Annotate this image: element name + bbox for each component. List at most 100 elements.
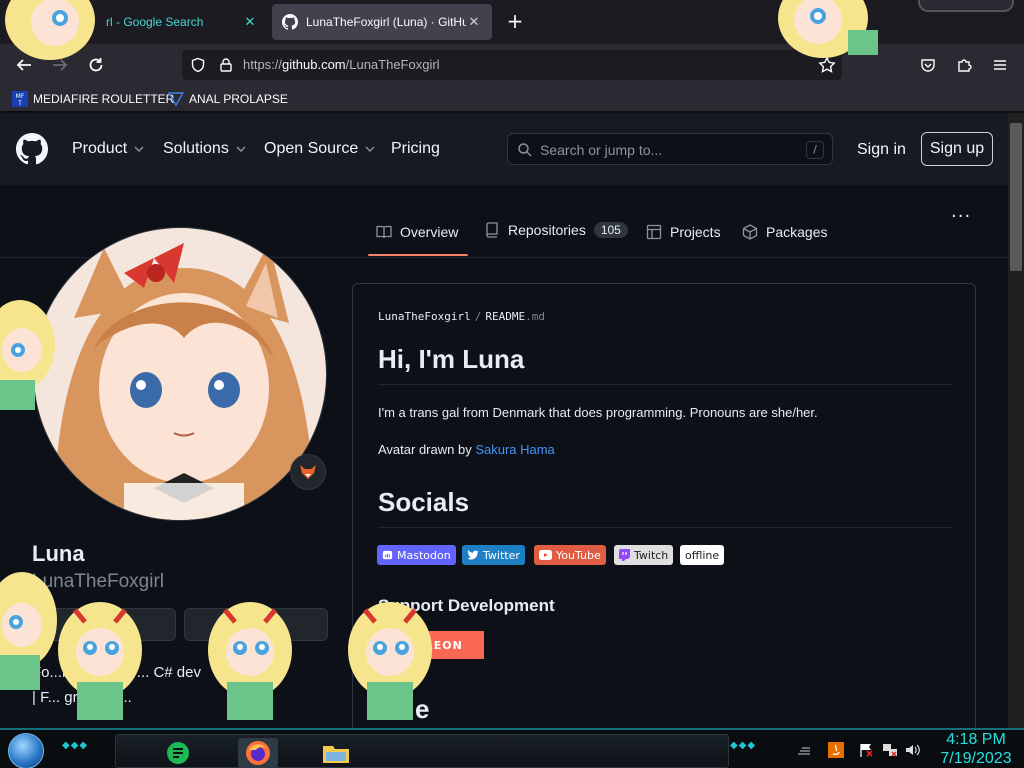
clock-time: 4:18 PM [946,731,1006,748]
chevron-down-icon [365,146,375,152]
avatar-illustration [34,228,326,520]
pocket-icon [921,59,935,72]
path-separator: / [474,310,482,323]
bookmark-item[interactable]: ANAL PROLAPSE [168,90,288,108]
more-options-button[interactable]: ··· [951,206,971,227]
package-icon [742,224,758,240]
sign-up-button[interactable]: Sign up [921,132,993,166]
svg-text:T: T [17,100,22,107]
avatar[interactable] [33,227,327,521]
volume-icon[interactable] [904,742,920,758]
close-icon[interactable]: ✕ [466,14,482,30]
taskbar-app-strip [115,734,729,768]
twitter-badge[interactable]: Twitter [462,545,525,565]
profile-bio: Fo...n | she/her ... C# dev | F... great… [32,660,332,710]
taskbar-app-firefox[interactable] [238,738,278,768]
sign-in-link[interactable]: Sign in [857,141,906,159]
pocket-button[interactable] [916,53,940,77]
sponsor-button[interactable] [184,608,328,641]
github-logo-icon[interactable] [16,133,48,165]
tab-title: rl - Google Search [106,15,204,29]
tab-repositories[interactable]: Repositories 105 [484,222,628,238]
youtube-badge[interactable]: YouTube [534,545,606,565]
tab-label: Overview [400,224,459,240]
new-tab-button[interactable]: + [504,10,526,32]
github-header: Product Solutions Open Source Pricing Se… [0,113,1008,185]
extensions-button[interactable] [952,53,976,77]
repo-count-badge: 105 [593,222,628,238]
readme-heading: Hi, I'm Luna [378,344,525,374]
network-icon[interactable] [882,742,898,758]
reload-button[interactable] [84,53,108,77]
url-text[interactable]: https://github.com/LunaTheFoxgirl [243,57,440,72]
shield-icon[interactable] [190,57,206,73]
window-decoration [918,0,1014,12]
url-prefix: https:// [243,57,283,72]
url-bar[interactable]: https://github.com/LunaTheFoxgirl [182,50,842,80]
start-button[interactable] [8,733,44,768]
badge-label: offline [685,548,720,562]
twitch-status-badge[interactable]: offline [680,545,725,565]
nav-open-source[interactable]: Open Source [264,140,376,158]
nav-label: Solutions [163,140,229,157]
java-icon[interactable] [828,742,844,758]
readme-file[interactable]: README [485,310,525,323]
socials-heading: Socials [378,487,470,517]
search-input[interactable]: Search or jump to... / [507,133,833,165]
taskbar-app-explorer[interactable] [316,738,356,768]
artist-link[interactable]: Sakura Hama [475,442,554,457]
nav-product[interactable]: Product [72,140,145,158]
arrow-left-icon [16,59,31,71]
credit-prefix: Avatar drawn by [378,442,476,457]
repo-icon [486,222,498,238]
page-scrollbar[interactable] [1008,113,1024,728]
close-icon[interactable]: ✕ [242,14,258,30]
patreon-button[interactable]: PATREON [378,631,484,659]
lock-icon[interactable] [218,57,234,73]
book-icon [376,225,392,239]
tab-projects[interactable]: Projects [646,224,721,240]
bio-line: | F... great | V... [32,689,132,706]
tab-packages[interactable]: Packages [742,224,827,240]
bookmark-icon [168,92,184,107]
readme-intro: I'm a trans gal from Denmark that does p… [378,405,818,420]
mastodon-badge[interactable]: Mastodon [377,545,456,565]
flag-icon[interactable] [858,742,874,758]
tab-github[interactable]: LunaTheFoxgirl (Luna) · GitHub ✕ [272,4,492,40]
system-clock[interactable]: 4:18 PM 7/19/2023 [934,730,1018,768]
menu-button[interactable] [988,53,1012,77]
twitch-icon [619,549,630,561]
readme-path: LunaTheFoxgirl / README.md [378,310,545,323]
taskbar: ◆◆◆ ◆◆◆ 4:18 PM 7/19/2023 [0,728,1024,768]
back-button[interactable] [12,53,36,77]
follow-button[interactable] [32,608,176,641]
readme-owner[interactable]: LunaTheFoxgirl [378,310,471,323]
profile-login: LunaTheFoxgirl [32,571,165,592]
bookmark-item[interactable]: MF T MEDIAFIRE ROULETTER [12,90,174,108]
youtube-icon [539,550,552,560]
svg-text:MF: MF [16,93,25,100]
nav-label: Product [72,140,128,157]
taskbar-app-notes[interactable] [158,738,198,768]
fox-icon [300,465,316,479]
nav-solutions[interactable]: Solutions [163,140,247,158]
scrollbar-thumb[interactable] [1010,123,1022,271]
partial-heading: e [415,694,430,724]
nav-label: Pricing [391,140,440,157]
search-placeholder: Search or jump to... [540,142,663,158]
puzzle-icon [958,59,972,72]
search-icon [518,143,532,157]
show-hidden-icons[interactable] [796,742,812,758]
reload-icon [89,58,103,72]
tab-overview[interactable]: Overview [376,224,458,240]
chevron-down-icon [134,146,144,152]
forward-button[interactable] [48,53,72,77]
readme-ext: .md [525,310,545,323]
nav-pricing[interactable]: Pricing [391,140,440,158]
status-emoji[interactable] [290,454,326,490]
twitch-badge[interactable]: Twitch [614,545,674,565]
badge-label: Twitch [634,548,669,562]
tab-google-search[interactable]: rl - Google Search ✕ [0,4,268,40]
twitter-icon [467,549,479,560]
star-icon[interactable] [818,56,836,74]
